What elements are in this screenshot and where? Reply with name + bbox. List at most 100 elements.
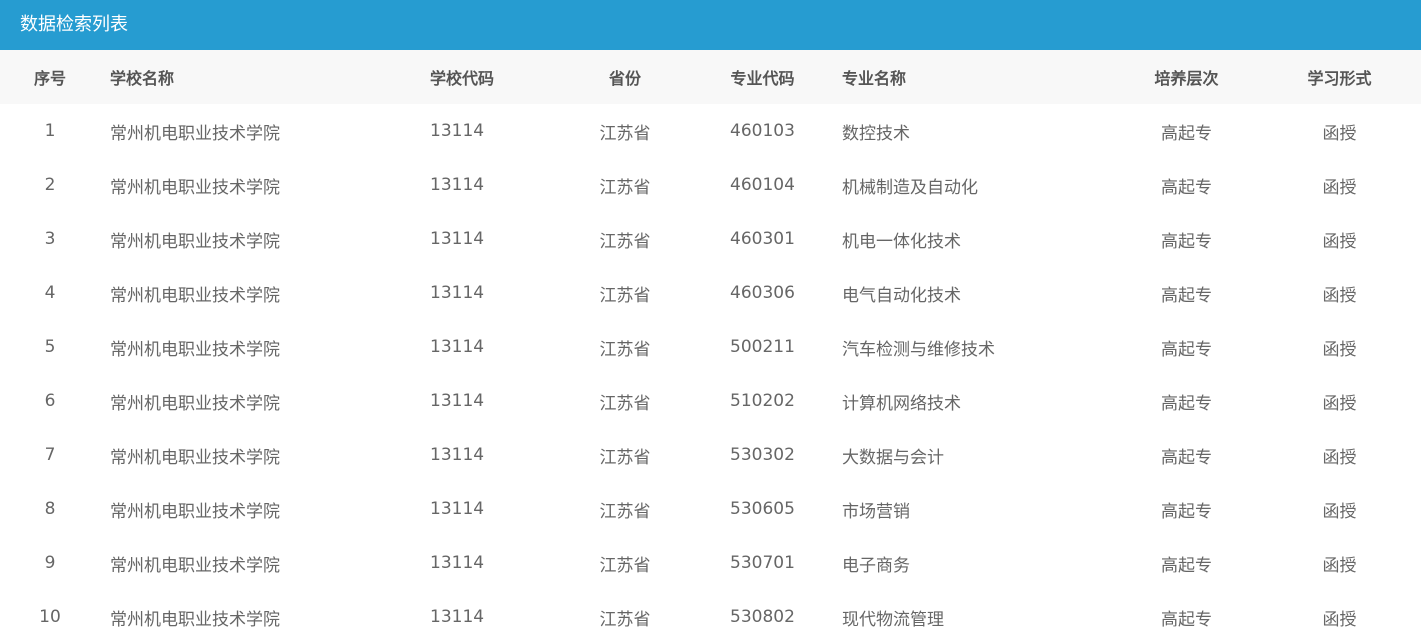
cell-school-name: 常州机电职业技术学院 — [110, 123, 280, 144]
cell-major-code: 460301 — [730, 229, 795, 249]
cell-major-name: 电气自动化技术 — [842, 285, 961, 306]
cell-school-code: 13114 — [430, 445, 485, 465]
cell-school-code: 13114 — [430, 607, 485, 627]
results-table: 序号 学校名称 学校代码 省份 专业代码 专业名称 培养层次 学习形式 1 常州… — [0, 50, 1421, 639]
cell-index: 10 — [39, 607, 61, 627]
cell-level: 高起专 — [1161, 339, 1212, 360]
column-header-major-name: 专业名称 — [842, 69, 907, 88]
cell-school-code: 13114 — [430, 283, 485, 303]
cell-major-code: 530605 — [730, 499, 795, 519]
cell-school-code: 13114 — [430, 229, 485, 249]
table-row: 5 常州机电职业技术学院 13114 江苏省 500211 汽车检测与维修技术 … — [0, 320, 1421, 374]
table-row: 2 常州机电职业技术学院 13114 江苏省 460104 机械制造及自动化 高… — [0, 158, 1421, 212]
cell-school-code: 13114 — [430, 553, 485, 573]
cell-level: 高起专 — [1161, 609, 1212, 630]
cell-index: 8 — [44, 499, 56, 519]
cell-level: 高起专 — [1161, 555, 1212, 576]
cell-index: 9 — [44, 553, 56, 573]
cell-major-name: 机电一体化技术 — [842, 231, 961, 252]
cell-major-name: 现代物流管理 — [842, 609, 944, 630]
cell-level: 高起专 — [1161, 123, 1212, 144]
data-search-panel: 数据检索列表 序号 学校名称 学校代码 省份 专业代码 专业名称 培养层次 学习… — [0, 0, 1421, 639]
table-row: 8 常州机电职业技术学院 13114 江苏省 530605 市场营销 高起专 函… — [0, 482, 1421, 536]
cell-index: 1 — [44, 121, 56, 141]
cell-major-code: 530802 — [730, 607, 795, 627]
cell-major-name: 机械制造及自动化 — [842, 177, 978, 198]
cell-study-mode: 函授 — [1322, 501, 1357, 522]
cell-index: 3 — [44, 229, 56, 249]
cell-major-code: 460104 — [730, 175, 795, 195]
cell-study-mode: 函授 — [1322, 177, 1357, 198]
cell-major-name: 大数据与会计 — [842, 447, 944, 468]
table-row: 1 常州机电职业技术学院 13114 江苏省 460103 数控技术 高起专 函… — [0, 104, 1421, 158]
cell-major-code: 500211 — [730, 337, 795, 357]
cell-index: 6 — [44, 391, 56, 411]
cell-province: 江苏省 — [599, 123, 651, 144]
table-header-row: 序号 学校名称 学校代码 省份 专业代码 专业名称 培养层次 学习形式 — [0, 50, 1421, 104]
cell-province: 江苏省 — [599, 393, 651, 414]
cell-school-name: 常州机电职业技术学院 — [110, 609, 280, 630]
column-header-province: 省份 — [608, 69, 641, 88]
cell-school-name: 常州机电职业技术学院 — [110, 555, 280, 576]
cell-study-mode: 函授 — [1322, 609, 1357, 630]
cell-level: 高起专 — [1161, 501, 1212, 522]
column-header-school-code: 学校代码 — [430, 69, 495, 88]
cell-province: 江苏省 — [599, 609, 651, 630]
cell-major-name: 汽车检测与维修技术 — [842, 339, 995, 360]
column-header-index: 序号 — [33, 69, 66, 88]
cell-study-mode: 函授 — [1322, 393, 1357, 414]
table-row: 7 常州机电职业技术学院 13114 江苏省 530302 大数据与会计 高起专… — [0, 428, 1421, 482]
cell-province: 江苏省 — [599, 501, 651, 522]
cell-major-name: 数控技术 — [842, 123, 910, 144]
cell-school-name: 常州机电职业技术学院 — [110, 231, 280, 252]
cell-school-name: 常州机电职业技术学院 — [110, 285, 280, 306]
cell-school-code: 13114 — [430, 175, 485, 195]
cell-study-mode: 函授 — [1322, 555, 1357, 576]
cell-major-code: 460306 — [730, 283, 795, 303]
cell-major-name: 计算机网络技术 — [842, 393, 961, 414]
column-header-level: 培养层次 — [1154, 69, 1219, 88]
cell-major-name: 电子商务 — [842, 555, 910, 576]
cell-level: 高起专 — [1161, 285, 1212, 306]
cell-study-mode: 函授 — [1322, 339, 1357, 360]
cell-study-mode: 函授 — [1322, 231, 1357, 252]
cell-index: 4 — [44, 283, 56, 303]
cell-school-code: 13114 — [430, 121, 485, 141]
table-row: 9 常州机电职业技术学院 13114 江苏省 530701 电子商务 高起专 函… — [0, 536, 1421, 590]
cell-study-mode: 函授 — [1322, 285, 1357, 306]
cell-level: 高起专 — [1161, 447, 1212, 468]
cell-province: 江苏省 — [599, 177, 651, 198]
cell-index: 5 — [44, 337, 56, 357]
cell-level: 高起专 — [1161, 231, 1212, 252]
table-row: 6 常州机电职业技术学院 13114 江苏省 510202 计算机网络技术 高起… — [0, 374, 1421, 428]
cell-school-name: 常州机电职业技术学院 — [110, 339, 280, 360]
cell-province: 江苏省 — [599, 285, 651, 306]
column-header-major-code: 专业代码 — [730, 69, 795, 88]
panel-header: 数据检索列表 — [0, 0, 1421, 50]
cell-index: 7 — [44, 445, 56, 465]
cell-province: 江苏省 — [599, 447, 651, 468]
table-row: 10 常州机电职业技术学院 13114 江苏省 530802 现代物流管理 高起… — [0, 590, 1421, 639]
cell-province: 江苏省 — [599, 555, 651, 576]
cell-school-name: 常州机电职业技术学院 — [110, 177, 280, 198]
cell-level: 高起专 — [1161, 177, 1212, 198]
cell-study-mode: 函授 — [1322, 123, 1357, 144]
cell-major-code: 530701 — [730, 553, 795, 573]
column-header-study-mode: 学习形式 — [1307, 69, 1372, 88]
cell-school-name: 常州机电职业技术学院 — [110, 501, 280, 522]
cell-school-name: 常州机电职业技术学院 — [110, 447, 280, 468]
table-row: 4 常州机电职业技术学院 13114 江苏省 460306 电气自动化技术 高起… — [0, 266, 1421, 320]
cell-level: 高起专 — [1161, 393, 1212, 414]
cell-province: 江苏省 — [599, 231, 651, 252]
table-row: 3 常州机电职业技术学院 13114 江苏省 460301 机电一体化技术 高起… — [0, 212, 1421, 266]
cell-school-code: 13114 — [430, 391, 485, 411]
cell-school-code: 13114 — [430, 499, 485, 519]
cell-index: 2 — [44, 175, 56, 195]
cell-province: 江苏省 — [599, 339, 651, 360]
panel-title: 数据检索列表 — [20, 14, 128, 35]
column-header-school-name: 学校名称 — [110, 69, 175, 88]
cell-major-code: 460103 — [730, 121, 795, 141]
cell-study-mode: 函授 — [1322, 447, 1357, 468]
cell-school-code: 13114 — [430, 337, 485, 357]
cell-school-name: 常州机电职业技术学院 — [110, 393, 280, 414]
